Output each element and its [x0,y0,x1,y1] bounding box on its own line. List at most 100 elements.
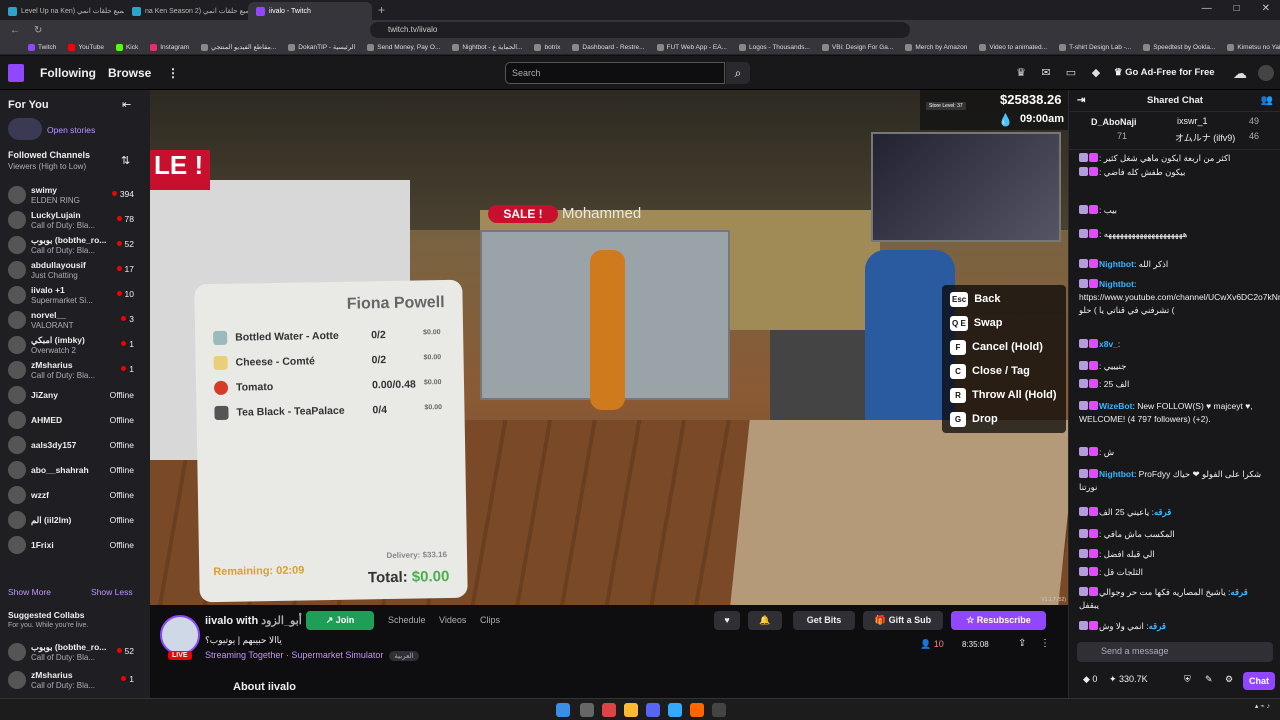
sidebar-channel[interactable]: aals3dy157 Offline [0,433,150,458]
collapse-sidebar-icon[interactable]: ⇤ [122,98,131,111]
app-icon[interactable] [668,703,682,717]
follow-heart-button[interactable]: ♥ [714,611,740,630]
discord-icon[interactable] [646,703,660,717]
share-icon[interactable]: ⇪ [1018,638,1026,649]
shield-icon[interactable]: ⛨ [1184,674,1191,685]
bookmark[interactable]: Speedtest by Ookla... [1143,43,1215,51]
chat-username[interactable]: Nightbot [1099,279,1134,289]
bookmark[interactable]: Logos - Thousands... [738,43,810,51]
channel-name[interactable]: iivalo with أبو_الزود [205,614,302,627]
reload-icon[interactable]: ↻ [34,25,42,36]
search-input[interactable]: Search [505,62,725,84]
ad-free-button[interactable]: ♛ Go Ad-Free for Free [1108,63,1221,83]
bookmark[interactable]: Nightbot - الحماية ع... [452,43,522,51]
bookmark[interactable]: Dashboard - Restre... [572,43,645,51]
crown-icon[interactable]: ♛ [1015,67,1027,79]
sidebar-channel[interactable]: zMsharius Call of Duty: Bla... 1 [0,358,150,383]
minimize-icon[interactable]: — [1202,3,1212,14]
bookmark[interactable]: Twitch [28,43,56,51]
chat-username[interactable]: x8v_ [1099,339,1118,349]
bookmark[interactable]: Video to animated... [979,43,1047,51]
bookmark[interactable]: Send Money, Pay O... [367,43,440,51]
search-icon[interactable] [580,703,594,717]
maximize-icon[interactable]: □ [1234,3,1240,14]
chat-input[interactable]: Send a message [1077,642,1273,662]
bookmark[interactable]: Merch by Amazon [905,43,967,51]
browser-tab[interactable]: Level Up na Ken) جميع حلقات انمي [0,2,124,20]
pencil-icon[interactable]: ✎ [1205,674,1213,685]
inbox-icon[interactable]: ✉ [1040,67,1052,79]
show-more-link[interactable]: Show More [8,587,51,597]
bookmark[interactable]: Kick [115,43,138,51]
language-tag[interactable]: العربية [389,651,419,661]
collab-channel[interactable]: zMsharius Call of Duty: Bla... 1 [0,668,150,693]
bookmark[interactable]: YouTube [68,43,104,51]
sidebar-channel[interactable]: بوبوب (bobthe_ro... Call of Duty: Bla... 5… [0,233,150,258]
chat-username[interactable]: WizeBot [1099,401,1132,411]
stories-avatar[interactable] [8,118,42,140]
leader-name[interactable]: オムルナ (ilfv9) [1175,131,1235,144]
more-menu-icon[interactable]: ⋮ [167,66,179,80]
collapse-chat-icon[interactable]: ⇥ [1077,90,1085,112]
sidebar-channel[interactable]: الم (iil2lm) Offline [0,508,150,533]
bookmark[interactable]: Instagram [150,43,189,51]
chat-send-button[interactable]: Chat [1243,672,1275,690]
open-stories-link[interactable]: Open stories [47,125,95,135]
tab-schedule[interactable]: Schedule [388,615,426,625]
leader-name[interactable]: ixswr_1 [1177,116,1208,126]
sidebar-channel[interactable]: iivalo +1 Supermarket Si... 10 [0,283,150,308]
new-tab-button[interactable]: + [378,3,385,17]
sidebar-channel[interactable]: norvel__ VALORANT 3 [0,308,150,333]
bookmark[interactable]: T-shirt Design Lab -... [1059,43,1131,51]
sidebar-channel[interactable]: AHMED Offline [0,408,150,433]
users-icon[interactable]: 👥 [1261,90,1273,112]
bookmark[interactable]: مقاطع الفيديو المنتجي... [201,43,276,51]
sort-icon[interactable]: ⇅ [121,154,130,167]
resubscribe-button[interactable]: ☆ Resubscribe [951,611,1046,630]
tab-clips[interactable]: Clips [480,615,500,625]
app-icon[interactable] [602,703,616,717]
following-link[interactable]: Following [40,66,96,80]
browser-tab[interactable]: na Ken Season 2) جميع حلقات انمي [124,2,248,20]
bookmark[interactable]: VBi: Design For Ga... [821,43,893,51]
user-avatar[interactable] [1258,65,1274,81]
bookmark[interactable]: Kimetsu no Yai...انمي [1227,43,1280,51]
sidebar-channel[interactable]: swimy ELDEN RING 394 [0,183,150,208]
sidebar-channel[interactable]: JiZany Offline [0,383,150,408]
close-icon[interactable]: ✕ [1262,3,1270,14]
sidebar-channel[interactable]: 1Frixi Offline [0,533,150,558]
search-button[interactable]: ⌕ [726,62,750,84]
more-options-icon[interactable]: ⋮ [1040,638,1050,649]
video-player[interactable]: LE ! SALE ! Mohammed Store Level: 37 $25… [150,90,1068,605]
sidebar-channel[interactable]: abo__shahrah Offline [0,458,150,483]
sidebar-channel[interactable]: wzzf Offline [0,483,150,508]
whispers-icon[interactable]: ▭ [1065,67,1077,79]
bits-icon[interactable]: ◆ [1090,67,1102,79]
chat-username[interactable]: قرقه [1149,621,1166,631]
sidebar-channel[interactable]: abdullayousif Just Chatting 17 [0,258,150,283]
channel-points[interactable]: ✦ 330.7K [1109,674,1148,685]
join-button[interactable]: ↗ Join [306,611,374,630]
bookmark[interactable]: FUT Web App - EA... [656,43,727,51]
app-icon[interactable] [712,703,726,717]
bookmark[interactable]: botrix [534,43,560,51]
back-icon[interactable]: ← [10,25,20,36]
settings-icon[interactable]: ⚙ [1225,674,1233,685]
chat-username[interactable]: قرقه [1154,507,1171,517]
sidebar-channel[interactable]: LuckyLujain Call of Duty: Bla... 78 [0,208,150,233]
show-less-link[interactable]: Show Less [91,587,133,597]
url-field[interactable]: twitch.tv/iivalo [370,22,910,38]
stream-category[interactable]: Streaming Together · Supermarket Simulat… [205,650,419,661]
browse-link[interactable]: Browse [108,66,151,80]
channel-avatar[interactable] [160,615,200,655]
tab-videos[interactable]: Videos [439,615,466,625]
chat-username[interactable]: قرقه [1230,587,1247,597]
start-icon[interactable] [556,703,570,717]
extension-icon[interactable]: ☁ [1233,66,1247,80]
get-bits-button[interactable]: Get Bits [793,611,855,630]
chrome-icon[interactable] [624,703,638,717]
gift-sub-button[interactable]: 🎁 Gift a Sub [863,611,943,630]
sidebar-channel[interactable]: امبكي (imbky) Overwatch 2 1 [0,333,150,358]
leader-name[interactable]: D_AboNaji [1091,117,1137,127]
bookmark[interactable]: DokanTIP - الرئيسية [288,43,355,51]
